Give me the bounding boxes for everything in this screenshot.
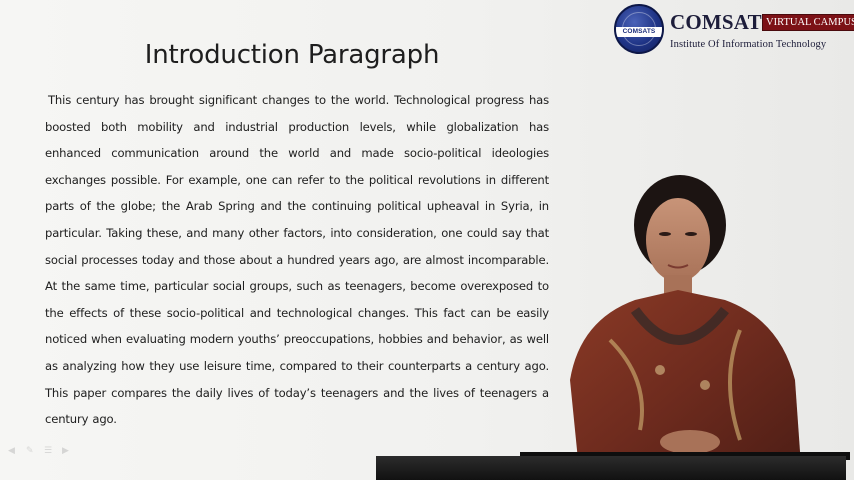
comsats-emblem-icon: COMSATS — [614, 4, 664, 54]
pen-icon[interactable]: ✎ — [26, 447, 38, 456]
logo-name: COMSATS — [670, 10, 774, 34]
presenter-video-icon — [570, 175, 802, 480]
virtual-campus-badge: VIRTUAL CAMPUS — [762, 14, 854, 31]
emblem-text: COMSATS — [616, 27, 662, 37]
next-slide-icon[interactable]: ▶ — [62, 447, 74, 456]
previous-slide-icon[interactable]: ◀ — [8, 447, 20, 456]
comsats-logo: COMSATS COMSATS VIRTUAL CAMPUS Institute… — [612, 4, 854, 56]
slide-title: Introduction Paragraph — [144, 40, 440, 70]
slide-paragraph: This century has brought significant cha… — [45, 93, 549, 427]
logo-subtitle: Institute Of Information Technology — [670, 39, 827, 50]
podium — [376, 456, 846, 480]
lecture-video-frame: COMSATS COMSATS VIRTUAL CAMPUS Institute… — [0, 0, 854, 480]
menu-icon[interactable]: ☰ — [44, 447, 56, 456]
slide-navigation-controls[interactable]: ◀ ✎ ☰ ▶ — [8, 447, 74, 456]
